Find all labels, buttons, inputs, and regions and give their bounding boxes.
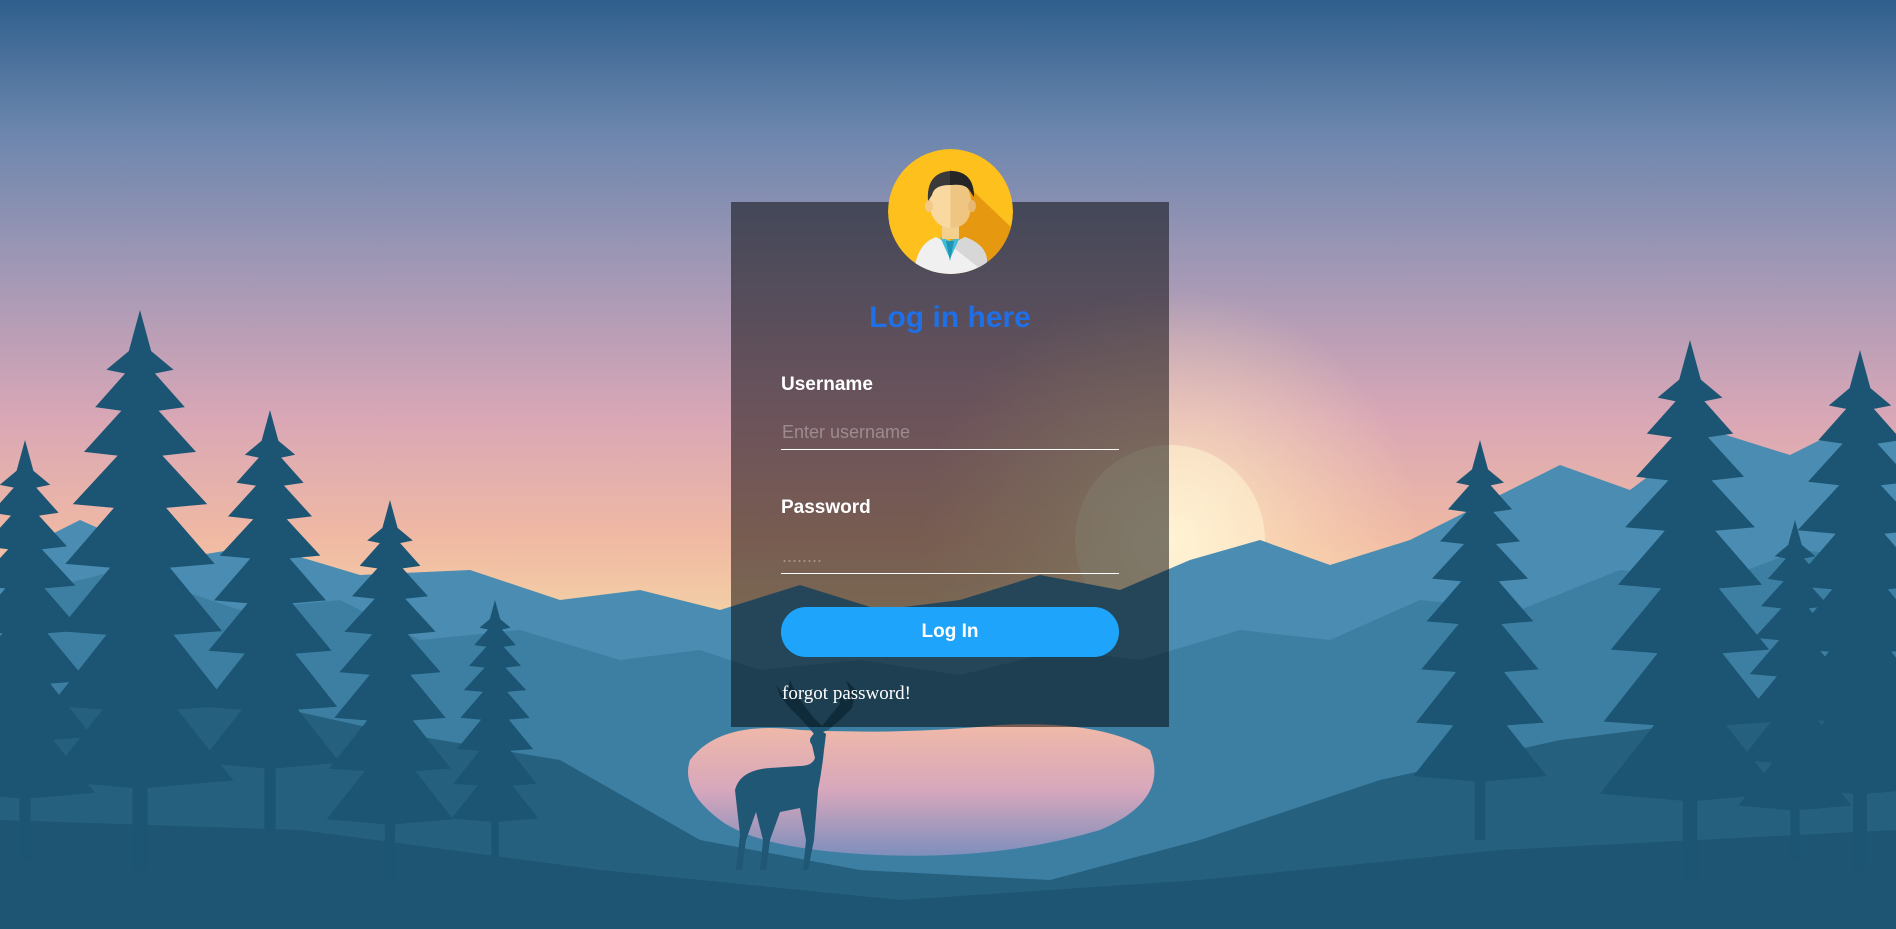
username-label: Username	[781, 374, 873, 395]
password-input[interactable]	[781, 540, 1119, 574]
forgot-password-link[interactable]: forgot password!	[782, 683, 911, 705]
password-label: Password	[781, 497, 871, 518]
username-input[interactable]	[781, 416, 1119, 450]
user-avatar-icon	[888, 149, 1013, 274]
login-button[interactable]: Log In	[781, 607, 1119, 657]
login-title: Log in here	[869, 301, 1031, 334]
